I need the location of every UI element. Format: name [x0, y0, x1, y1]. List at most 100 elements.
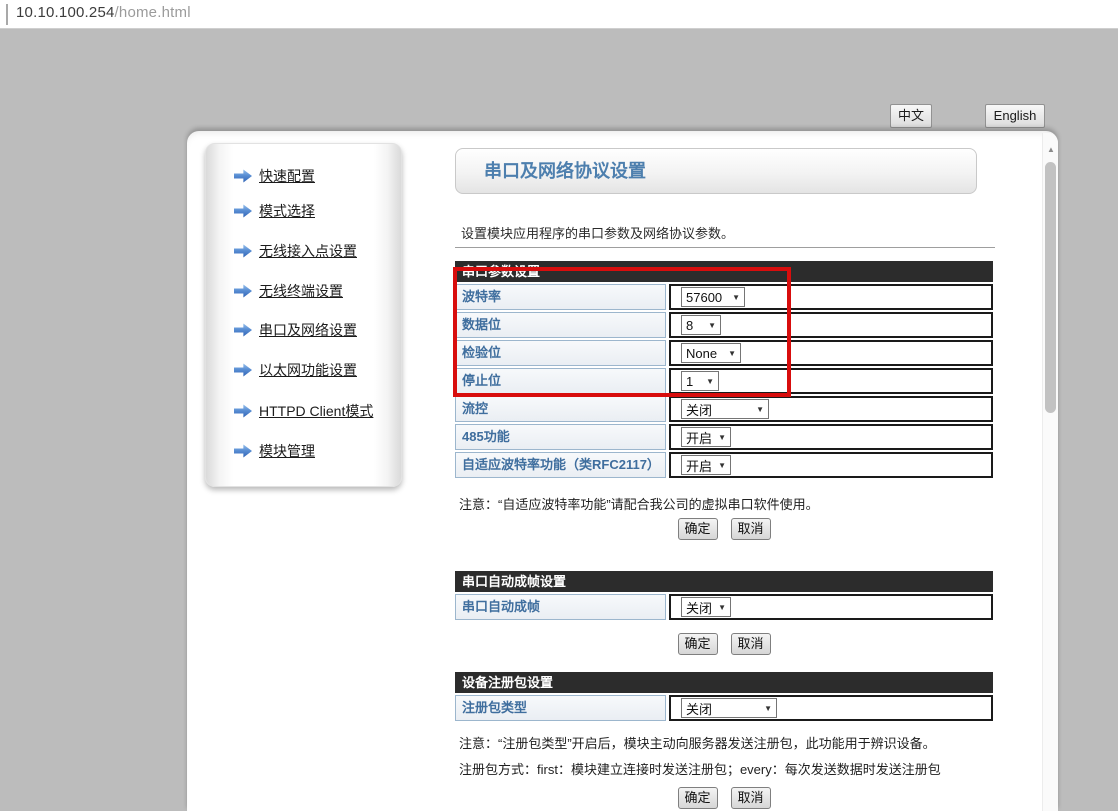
chevron-down-icon: ▼ — [718, 433, 726, 442]
row-label: 串口自动成帧 — [455, 594, 666, 620]
table-row: 数据位 8 ▼ — [455, 312, 993, 338]
row-label: 波特率 — [455, 284, 666, 310]
row-value-cell: 开启 ▼ — [669, 452, 993, 478]
sidebar-item-module-manage[interactable]: 模块管理 — [234, 441, 315, 461]
sidebar-item-label[interactable]: 串口及网络设置 — [259, 320, 357, 340]
adaptive-baud-select[interactable]: 开启 ▼ — [681, 455, 731, 475]
chevron-down-icon: ▼ — [718, 603, 726, 612]
cancel-button[interactable]: 取消 — [731, 787, 771, 809]
row-label: 自适应波特率功能（类RFC2117） — [455, 452, 666, 478]
scroll-up-icon[interactable]: ▲ — [1043, 145, 1059, 154]
url-text[interactable]: 10.10.100.254/home.html — [16, 4, 191, 21]
scrollbar-thumb[interactable] — [1045, 162, 1056, 413]
data-bits-select[interactable]: 8 ▼ — [681, 315, 721, 335]
table-row: 串口自动成帧 关闭 ▼ — [455, 594, 993, 620]
url-host: 10.10.100.254 — [16, 4, 115, 21]
table-row: 流控 关闭 ▼ — [455, 396, 993, 422]
table-row: 波特率 57600 ▼ — [455, 284, 993, 310]
table-row: 注册包类型 关闭 ▼ — [455, 695, 993, 721]
sidebar-item-label[interactable]: 无线终端设置 — [259, 281, 343, 301]
arrow-icon — [234, 169, 252, 183]
serial-settings-table: 串口参数设置 波特率 57600 ▼ 数据位 8 — [455, 261, 993, 478]
row-label: 检验位 — [455, 340, 666, 366]
arrow-icon — [234, 363, 252, 377]
serial-note: 注意：“自适应波特率功能”请配合我公司的虚拟串口软件使用。 — [459, 494, 819, 513]
scrollbar[interactable]: ▲ — [1042, 133, 1058, 811]
row-value-cell: 8 ▼ — [669, 312, 993, 338]
chevron-down-icon: ▼ — [764, 704, 772, 713]
select-value: 开启 — [686, 428, 712, 447]
row-label: 流控 — [455, 396, 666, 422]
page: 10.10.100.254/home.html 中文 English 快速配置 … — [0, 0, 1118, 811]
stop-bits-select[interactable]: 1 ▼ — [681, 371, 719, 391]
select-value: None — [686, 346, 717, 361]
row-value-cell: 关闭 ▼ — [669, 594, 993, 620]
content-wrapper: 快速配置 模式选择 无线接入点设置 无线终端设置 串口及网络设置 以太网功能设置 — [187, 131, 1058, 811]
chevron-down-icon: ▼ — [732, 293, 740, 302]
row-label: 停止位 — [455, 368, 666, 394]
chinese-language-button[interactable]: 中文 — [890, 104, 932, 128]
sidebar-item-sta-settings[interactable]: 无线终端设置 — [234, 281, 343, 301]
sidebar-item-label[interactable]: 以太网功能设置 — [259, 360, 357, 380]
row-value-cell: 关闭 ▼ — [669, 695, 993, 721]
page-description: 设置模块应用程序的串口参数及网络协议参数。 — [461, 223, 734, 242]
arrow-icon — [234, 204, 252, 218]
table-title: 串口参数设置 — [455, 261, 993, 282]
chevron-down-icon: ▼ — [706, 377, 714, 386]
sidebar-item-ethernet[interactable]: 以太网功能设置 — [234, 360, 357, 380]
confirm-button[interactable]: 确定 — [678, 787, 718, 809]
sidebar-item-label[interactable]: 模式选择 — [259, 201, 315, 221]
baud-rate-select[interactable]: 57600 ▼ — [681, 287, 745, 307]
rs485-function-select[interactable]: 开启 ▼ — [681, 427, 731, 447]
sidebar-item-mode-select[interactable]: 模式选择 — [234, 201, 315, 221]
sidebar-item-httpd-client[interactable]: HTTPD Client模式 — [234, 401, 373, 421]
row-label: 注册包类型 — [455, 695, 666, 721]
sidebar-item-label[interactable]: 快速配置 — [259, 166, 315, 186]
row-label: 485功能 — [455, 424, 666, 450]
framing-actions: 确定 取消 — [455, 633, 993, 655]
register-packet-type-select[interactable]: 关闭 ▼ — [681, 698, 777, 718]
chevron-down-icon: ▼ — [708, 321, 716, 330]
arrow-icon — [234, 444, 252, 458]
select-value: 开启 — [686, 456, 712, 475]
row-value-cell: 开启 ▼ — [669, 424, 993, 450]
sidebar-item-serial-network[interactable]: 串口及网络设置 — [234, 320, 357, 340]
select-value: 57600 — [686, 290, 722, 305]
table-title: 串口自动成帧设置 — [455, 571, 993, 592]
address-cursor — [6, 4, 8, 25]
flow-control-select[interactable]: 关闭 ▼ — [681, 399, 769, 419]
row-label: 数据位 — [455, 312, 666, 338]
sidebar-item-label[interactable]: HTTPD Client模式 — [259, 401, 373, 421]
table-title: 设备注册包设置 — [455, 672, 993, 693]
cancel-button[interactable]: 取消 — [731, 633, 771, 655]
row-value-cell: None ▼ — [669, 340, 993, 366]
chevron-down-icon: ▼ — [756, 405, 764, 414]
arrow-icon — [234, 244, 252, 258]
sidebar-item-ap-settings[interactable]: 无线接入点设置 — [234, 241, 357, 261]
parity-select[interactable]: None ▼ — [681, 343, 741, 363]
row-value-cell: 关闭 ▼ — [669, 396, 993, 422]
auto-framing-select[interactable]: 关闭 ▼ — [681, 597, 731, 617]
select-value: 关闭 — [686, 699, 712, 718]
register-note-2: 注册包方式：first：模块建立连接时发送注册包；every：每次发送数据时发送… — [459, 759, 941, 778]
chevron-down-icon: ▼ — [718, 461, 726, 470]
auto-framing-table: 串口自动成帧设置 串口自动成帧 关闭 ▼ — [455, 571, 993, 620]
sidebar-item-label[interactable]: 无线接入点设置 — [259, 241, 357, 261]
confirm-button[interactable]: 确定 — [678, 518, 718, 540]
table-row: 停止位 1 ▼ — [455, 368, 993, 394]
sidebar-item-label[interactable]: 模块管理 — [259, 441, 315, 461]
select-value: 8 — [686, 318, 693, 333]
register-note-1: 注意：“注册包类型”开启后，模块主动向服务器发送注册包，此功能用于辨识设备。 — [459, 733, 936, 752]
confirm-button[interactable]: 确定 — [678, 633, 718, 655]
table-row: 检验位 None ▼ — [455, 340, 993, 366]
sidebar-item-quick-config[interactable]: 快速配置 — [234, 166, 315, 186]
cancel-button[interactable]: 取消 — [731, 518, 771, 540]
row-value-cell: 1 ▼ — [669, 368, 993, 394]
serial-actions: 确定 取消 — [455, 518, 993, 540]
arrow-icon — [234, 284, 252, 298]
page-title: 串口及网络协议设置 — [455, 148, 977, 194]
english-language-button[interactable]: English — [985, 104, 1045, 128]
select-value: 关闭 — [686, 598, 712, 617]
divider — [455, 247, 995, 248]
browser-address-bar[interactable]: 10.10.100.254/home.html — [0, 0, 1118, 29]
